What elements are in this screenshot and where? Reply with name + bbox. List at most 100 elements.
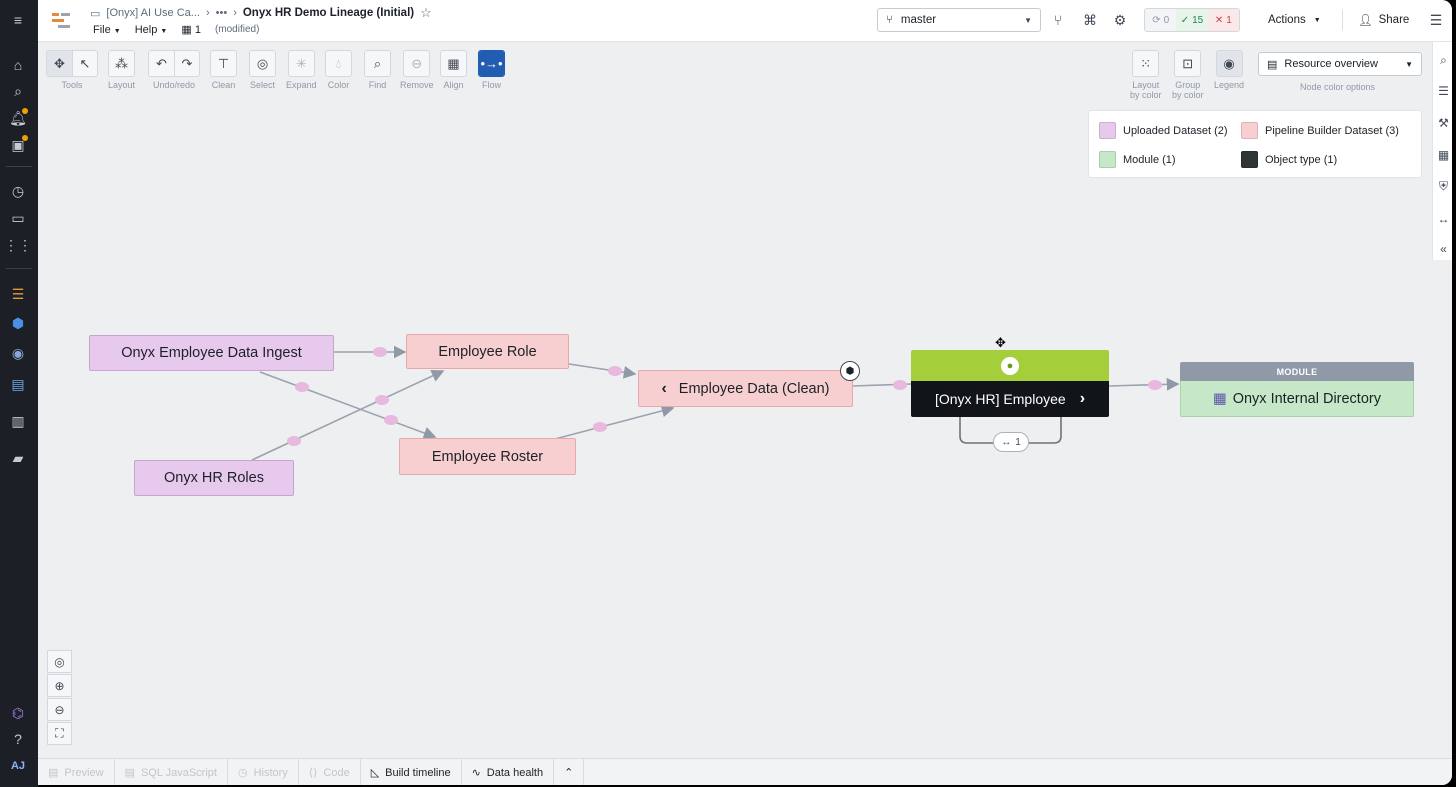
clean-filter-icon[interactable]: ⊤ — [211, 51, 236, 76]
tab-data-health[interactable]: ∿ Data health — [462, 759, 555, 785]
clean-group: ⊤ Clean — [210, 50, 237, 90]
eye-icon[interactable]: ◉ — [1216, 51, 1242, 76]
checks-passed: ✓ 15 — [1176, 9, 1208, 31]
legend-item[interactable]: Module (1) — [1099, 151, 1176, 168]
git-merge-icon[interactable]: ⑂ — [1048, 10, 1068, 30]
apps-grid-icon[interactable]: ⋮⋮ — [4, 234, 32, 256]
node-color-dropdown[interactable]: ▤ Resource overview ▼ — [1258, 52, 1422, 76]
legend-item[interactable]: Object type (1) — [1241, 151, 1337, 168]
color-drop-icon[interactable]: 💧︎ — [326, 51, 351, 76]
gear-icon[interactable]: ⚙ — [1110, 10, 1130, 30]
chevron-left-icon[interactable]: ‹ — [661, 380, 666, 398]
node-object-type-employee[interactable]: ● [Onyx HR] Employee › — [911, 350, 1109, 417]
fit-to-screen-icon[interactable]: ⛶ — [47, 722, 72, 745]
node-label: Employee Data (Clean) — [678, 380, 830, 397]
user-avatar[interactable]: AJ — [7, 755, 29, 777]
search-icon[interactable]: ⌕ — [7, 80, 29, 102]
gift-icon[interactable]: ▣ — [7, 134, 29, 156]
workflow-icon[interactable]: ⌬ — [7, 702, 29, 724]
history-icon[interactable]: ◷ — [7, 180, 29, 202]
expand-menu-icon[interactable]: ≡ — [7, 9, 29, 31]
search-icon[interactable]: ⌕ — [1435, 52, 1452, 69]
node-employee-role[interactable]: Employee Role — [406, 334, 569, 369]
command-icon[interactable]: ⌘ — [1080, 10, 1100, 30]
tab-preview[interactable]: ▤ Preview — [38, 759, 115, 785]
group-by-color-icon[interactable]: ⊡ — [1175, 51, 1200, 76]
tab-build-timeline[interactable]: ◺ Build timeline — [361, 759, 462, 785]
list-icon[interactable]: ☰ — [1426, 10, 1446, 30]
remove-icon[interactable]: ⊖ — [404, 51, 429, 76]
hammer-icon[interactable]: ⚒ — [1435, 114, 1452, 131]
legend-group: ◉ Legend — [1214, 50, 1244, 90]
file-menu[interactable]: File ▼ — [93, 24, 121, 36]
notifications-icon[interactable]: 🔔︎ — [7, 107, 29, 129]
branch-selector[interactable]: ⑂ master ▼ — [877, 8, 1041, 32]
edge-dot — [608, 366, 622, 376]
app-logo-icon — [52, 13, 70, 28]
node-onyx-hr-roles[interactable]: Onyx HR Roles — [134, 460, 294, 496]
home-icon[interactable]: ⌂ — [7, 54, 29, 76]
undo-redo-group: ↶ ↷ Undo/redo — [148, 50, 200, 90]
select-target-icon[interactable]: ◎ — [250, 51, 275, 76]
star-icon[interactable]: ☆ — [420, 5, 432, 21]
breadcrumb-parent[interactable]: [Onyx] AI Use Ca... — [106, 7, 200, 19]
calendar-icon[interactable]: ▦ — [1435, 146, 1452, 163]
node-module-onyx-internal-directory[interactable]: MODULE ▦ Onyx Internal Directory — [1180, 362, 1414, 417]
collapse-left-icon[interactable]: « — [1435, 240, 1452, 257]
book-app-icon[interactable]: ▥ — [7, 410, 29, 432]
node-onyx-employee-data-ingest[interactable]: Onyx Employee Data Ingest — [89, 335, 334, 371]
link-count-pill[interactable]: ↔ 1 — [993, 432, 1029, 452]
help-menu[interactable]: Help ▼ — [135, 24, 168, 36]
main-window: ▭ [Onyx] AI Use Ca... › ••• › Onyx HR De… — [38, 0, 1452, 785]
recenter-icon[interactable]: ◎ — [47, 650, 72, 673]
zoom-in-icon[interactable]: ⊕ — [47, 674, 72, 697]
edge-role-clean — [568, 363, 637, 379]
node-employee-data-clean[interactable]: ‹ Employee Data (Clean) — [638, 370, 853, 407]
folder-icon[interactable]: ▭ — [7, 207, 29, 229]
expand-icon[interactable]: ✳ — [289, 51, 314, 76]
redo-icon[interactable]: ↷ — [174, 51, 199, 76]
tab-sql[interactable]: ▤ SQL JavaScript — [115, 759, 228, 785]
tab-history[interactable]: ◷ History — [228, 759, 299, 785]
app-rail: ≡ ⌂ ⌕ 🔔︎ ▣ ◷ ▭ ⋮⋮ ☰ ⬢ ◉ ▤ ▥ ▰ ⌬ ? AJ — [0, 0, 38, 787]
window-app-icon[interactable]: ▤ — [7, 373, 29, 395]
node-employee-roster[interactable]: Employee Roster — [399, 438, 576, 475]
edge-object-module — [1108, 377, 1180, 391]
legend-item[interactable]: Uploaded Dataset (2) — [1099, 122, 1228, 139]
checks-status[interactable]: ⟳ 0 ✓ 15 ✕ 1 — [1144, 8, 1240, 32]
layout-group: ⁂ Layout — [108, 50, 135, 90]
user-icon: 👤︎ — [1358, 15, 1373, 27]
cube-app-icon[interactable]: ⬢ — [7, 312, 29, 334]
list-icon[interactable]: ☰ — [1435, 82, 1452, 99]
branch-name: master — [900, 14, 937, 26]
find-icon[interactable]: ⌕ — [365, 51, 390, 76]
zoom-out-icon[interactable]: ⊖ — [47, 698, 72, 721]
align-grid-icon[interactable]: ▦ — [441, 51, 466, 76]
remove-group: ⊖ Remove — [400, 50, 434, 90]
legend-item[interactable]: Pipeline Builder Dataset (3) — [1241, 122, 1399, 139]
undo-icon[interactable]: ↶ — [149, 51, 174, 76]
checks-failed: ✕ 1 — [1207, 9, 1239, 31]
select-tool-icon[interactable]: ↖ — [72, 51, 97, 76]
share-button[interactable]: 👤︎ Share — [1358, 8, 1409, 32]
chevron-right-icon[interactable]: › — [1080, 390, 1085, 408]
help-icon[interactable]: ? — [7, 728, 29, 750]
branch-count[interactable]: ▦ 1 — [181, 23, 201, 36]
lineage-app-icon[interactable]: ☰ — [7, 283, 29, 305]
folder-icon: ▭ — [90, 7, 101, 20]
actions-menu[interactable]: Actions ▼ — [1268, 8, 1321, 32]
shield-icon[interactable]: ⛨ — [1435, 178, 1452, 195]
flow-icon[interactable]: •→• — [479, 51, 504, 76]
arrows-horizontal-icon[interactable]: ↔ — [1435, 210, 1452, 227]
tab-code[interactable]: ⟨⟩ Code — [299, 759, 361, 785]
expand-panel-button[interactable]: ⌃ — [554, 759, 585, 785]
layout-icon[interactable]: ⁂ — [109, 51, 134, 76]
right-sidebar: ⌕ ☰ ⚒ ▦ ⛨ ↔ « — [1432, 42, 1452, 260]
folders-app-icon[interactable]: ▰ — [7, 447, 29, 469]
pan-tool-icon[interactable]: ✥ — [47, 51, 72, 76]
edge-dot — [373, 347, 387, 357]
magnifier-app-icon[interactable]: ◉ — [7, 342, 29, 364]
breadcrumb-ellipsis[interactable]: ••• — [216, 7, 228, 19]
edge-dot — [593, 422, 607, 432]
layout-by-color-icon[interactable]: ⁙ — [1133, 51, 1158, 76]
